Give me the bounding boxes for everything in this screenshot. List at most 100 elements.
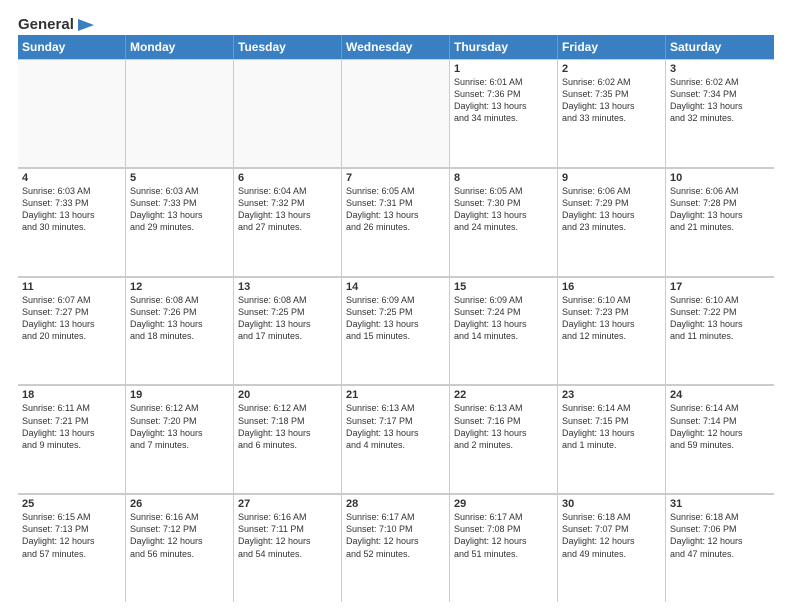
day-number-20: 20 <box>238 389 337 401</box>
day-cell-11: 11Sunrise: 6:07 AM Sunset: 7:27 PM Dayli… <box>18 277 126 385</box>
day-info-7: Sunrise: 6:05 AM Sunset: 7:31 PM Dayligh… <box>346 185 445 234</box>
day-cell-3: 3Sunrise: 6:02 AM Sunset: 7:34 PM Daylig… <box>666 59 774 167</box>
day-number-23: 23 <box>562 389 661 401</box>
week-row-3: 18Sunrise: 6:11 AM Sunset: 7:21 PM Dayli… <box>18 385 774 494</box>
page: General Sunday Monday Tuesday Wednesday … <box>0 0 792 612</box>
day-info-18: Sunrise: 6:11 AM Sunset: 7:21 PM Dayligh… <box>22 402 121 451</box>
day-cell-16: 16Sunrise: 6:10 AM Sunset: 7:23 PM Dayli… <box>558 277 666 385</box>
calendar-header: Sunday Monday Tuesday Wednesday Thursday… <box>18 35 774 59</box>
header-tuesday: Tuesday <box>234 35 342 59</box>
day-cell-22: 22Sunrise: 6:13 AM Sunset: 7:16 PM Dayli… <box>450 385 558 493</box>
day-cell-2: 2Sunrise: 6:02 AM Sunset: 7:35 PM Daylig… <box>558 59 666 167</box>
day-number-29: 29 <box>454 498 553 510</box>
day-cell-14: 14Sunrise: 6:09 AM Sunset: 7:25 PM Dayli… <box>342 277 450 385</box>
day-info-15: Sunrise: 6:09 AM Sunset: 7:24 PM Dayligh… <box>454 294 553 343</box>
day-info-3: Sunrise: 6:02 AM Sunset: 7:34 PM Dayligh… <box>670 76 770 125</box>
day-info-26: Sunrise: 6:16 AM Sunset: 7:12 PM Dayligh… <box>130 511 229 560</box>
day-cell-30: 30Sunrise: 6:18 AM Sunset: 7:07 PM Dayli… <box>558 494 666 602</box>
day-number-9: 9 <box>562 172 661 184</box>
day-number-17: 17 <box>670 281 770 293</box>
day-info-31: Sunrise: 6:18 AM Sunset: 7:06 PM Dayligh… <box>670 511 770 560</box>
day-cell-25: 25Sunrise: 6:15 AM Sunset: 7:13 PM Dayli… <box>18 494 126 602</box>
day-info-25: Sunrise: 6:15 AM Sunset: 7:13 PM Dayligh… <box>22 511 121 560</box>
day-cell-13: 13Sunrise: 6:08 AM Sunset: 7:25 PM Dayli… <box>234 277 342 385</box>
day-cell-9: 9Sunrise: 6:06 AM Sunset: 7:29 PM Daylig… <box>558 168 666 276</box>
day-info-8: Sunrise: 6:05 AM Sunset: 7:30 PM Dayligh… <box>454 185 553 234</box>
day-cell-7: 7Sunrise: 6:05 AM Sunset: 7:31 PM Daylig… <box>342 168 450 276</box>
header-monday: Monday <box>126 35 234 59</box>
day-info-11: Sunrise: 6:07 AM Sunset: 7:27 PM Dayligh… <box>22 294 121 343</box>
day-number-12: 12 <box>130 281 229 293</box>
week-row-1: 4Sunrise: 6:03 AM Sunset: 7:33 PM Daylig… <box>18 168 774 277</box>
day-cell-24: 24Sunrise: 6:14 AM Sunset: 7:14 PM Dayli… <box>666 385 774 493</box>
day-number-26: 26 <box>130 498 229 510</box>
day-number-27: 27 <box>238 498 337 510</box>
day-cell-21: 21Sunrise: 6:13 AM Sunset: 7:17 PM Dayli… <box>342 385 450 493</box>
header-saturday: Saturday <box>666 35 774 59</box>
day-number-10: 10 <box>670 172 770 184</box>
day-info-16: Sunrise: 6:10 AM Sunset: 7:23 PM Dayligh… <box>562 294 661 343</box>
day-cell-27: 27Sunrise: 6:16 AM Sunset: 7:11 PM Dayli… <box>234 494 342 602</box>
day-number-16: 16 <box>562 281 661 293</box>
day-number-31: 31 <box>670 498 770 510</box>
day-cell-18: 18Sunrise: 6:11 AM Sunset: 7:21 PM Dayli… <box>18 385 126 493</box>
day-info-4: Sunrise: 6:03 AM Sunset: 7:33 PM Dayligh… <box>22 185 121 234</box>
day-info-20: Sunrise: 6:12 AM Sunset: 7:18 PM Dayligh… <box>238 402 337 451</box>
logo: General <box>18 16 96 31</box>
header-friday: Friday <box>558 35 666 59</box>
header-sunday: Sunday <box>18 35 126 59</box>
day-number-7: 7 <box>346 172 445 184</box>
day-info-24: Sunrise: 6:14 AM Sunset: 7:14 PM Dayligh… <box>670 402 770 451</box>
day-number-14: 14 <box>346 281 445 293</box>
day-cell-10: 10Sunrise: 6:06 AM Sunset: 7:28 PM Dayli… <box>666 168 774 276</box>
day-info-17: Sunrise: 6:10 AM Sunset: 7:22 PM Dayligh… <box>670 294 770 343</box>
day-cell-19: 19Sunrise: 6:12 AM Sunset: 7:20 PM Dayli… <box>126 385 234 493</box>
day-number-21: 21 <box>346 389 445 401</box>
day-cell-28: 28Sunrise: 6:17 AM Sunset: 7:10 PM Dayli… <box>342 494 450 602</box>
week-row-0: 1Sunrise: 6:01 AM Sunset: 7:36 PM Daylig… <box>18 59 774 168</box>
day-number-8: 8 <box>454 172 553 184</box>
day-cell-6: 6Sunrise: 6:04 AM Sunset: 7:32 PM Daylig… <box>234 168 342 276</box>
day-number-28: 28 <box>346 498 445 510</box>
day-number-13: 13 <box>238 281 337 293</box>
day-number-3: 3 <box>670 63 770 75</box>
empty-cell-0-3 <box>342 59 450 167</box>
day-cell-15: 15Sunrise: 6:09 AM Sunset: 7:24 PM Dayli… <box>450 277 558 385</box>
day-info-29: Sunrise: 6:17 AM Sunset: 7:08 PM Dayligh… <box>454 511 553 560</box>
day-info-2: Sunrise: 6:02 AM Sunset: 7:35 PM Dayligh… <box>562 76 661 125</box>
empty-cell-0-2 <box>234 59 342 167</box>
day-info-27: Sunrise: 6:16 AM Sunset: 7:11 PM Dayligh… <box>238 511 337 560</box>
day-info-22: Sunrise: 6:13 AM Sunset: 7:16 PM Dayligh… <box>454 402 553 451</box>
day-info-14: Sunrise: 6:09 AM Sunset: 7:25 PM Dayligh… <box>346 294 445 343</box>
day-info-9: Sunrise: 6:06 AM Sunset: 7:29 PM Dayligh… <box>562 185 661 234</box>
week-row-2: 11Sunrise: 6:07 AM Sunset: 7:27 PM Dayli… <box>18 277 774 386</box>
day-number-5: 5 <box>130 172 229 184</box>
calendar-body: 1Sunrise: 6:01 AM Sunset: 7:36 PM Daylig… <box>18 59 774 602</box>
header-wednesday: Wednesday <box>342 35 450 59</box>
day-cell-5: 5Sunrise: 6:03 AM Sunset: 7:33 PM Daylig… <box>126 168 234 276</box>
day-info-6: Sunrise: 6:04 AM Sunset: 7:32 PM Dayligh… <box>238 185 337 234</box>
day-number-2: 2 <box>562 63 661 75</box>
empty-cell-0-0 <box>18 59 126 167</box>
day-cell-23: 23Sunrise: 6:14 AM Sunset: 7:15 PM Dayli… <box>558 385 666 493</box>
logo-flag-icon <box>76 17 96 33</box>
day-info-30: Sunrise: 6:18 AM Sunset: 7:07 PM Dayligh… <box>562 511 661 560</box>
day-number-6: 6 <box>238 172 337 184</box>
day-info-21: Sunrise: 6:13 AM Sunset: 7:17 PM Dayligh… <box>346 402 445 451</box>
empty-cell-0-1 <box>126 59 234 167</box>
day-number-24: 24 <box>670 389 770 401</box>
header-thursday: Thursday <box>450 35 558 59</box>
day-cell-8: 8Sunrise: 6:05 AM Sunset: 7:30 PM Daylig… <box>450 168 558 276</box>
calendar: Sunday Monday Tuesday Wednesday Thursday… <box>18 35 774 602</box>
day-info-1: Sunrise: 6:01 AM Sunset: 7:36 PM Dayligh… <box>454 76 553 125</box>
day-info-10: Sunrise: 6:06 AM Sunset: 7:28 PM Dayligh… <box>670 185 770 234</box>
day-info-19: Sunrise: 6:12 AM Sunset: 7:20 PM Dayligh… <box>130 402 229 451</box>
day-number-1: 1 <box>454 63 553 75</box>
day-cell-31: 31Sunrise: 6:18 AM Sunset: 7:06 PM Dayli… <box>666 494 774 602</box>
day-info-13: Sunrise: 6:08 AM Sunset: 7:25 PM Dayligh… <box>238 294 337 343</box>
day-number-11: 11 <box>22 281 121 293</box>
day-number-15: 15 <box>454 281 553 293</box>
day-info-5: Sunrise: 6:03 AM Sunset: 7:33 PM Dayligh… <box>130 185 229 234</box>
day-number-30: 30 <box>562 498 661 510</box>
week-row-4: 25Sunrise: 6:15 AM Sunset: 7:13 PM Dayli… <box>18 494 774 602</box>
